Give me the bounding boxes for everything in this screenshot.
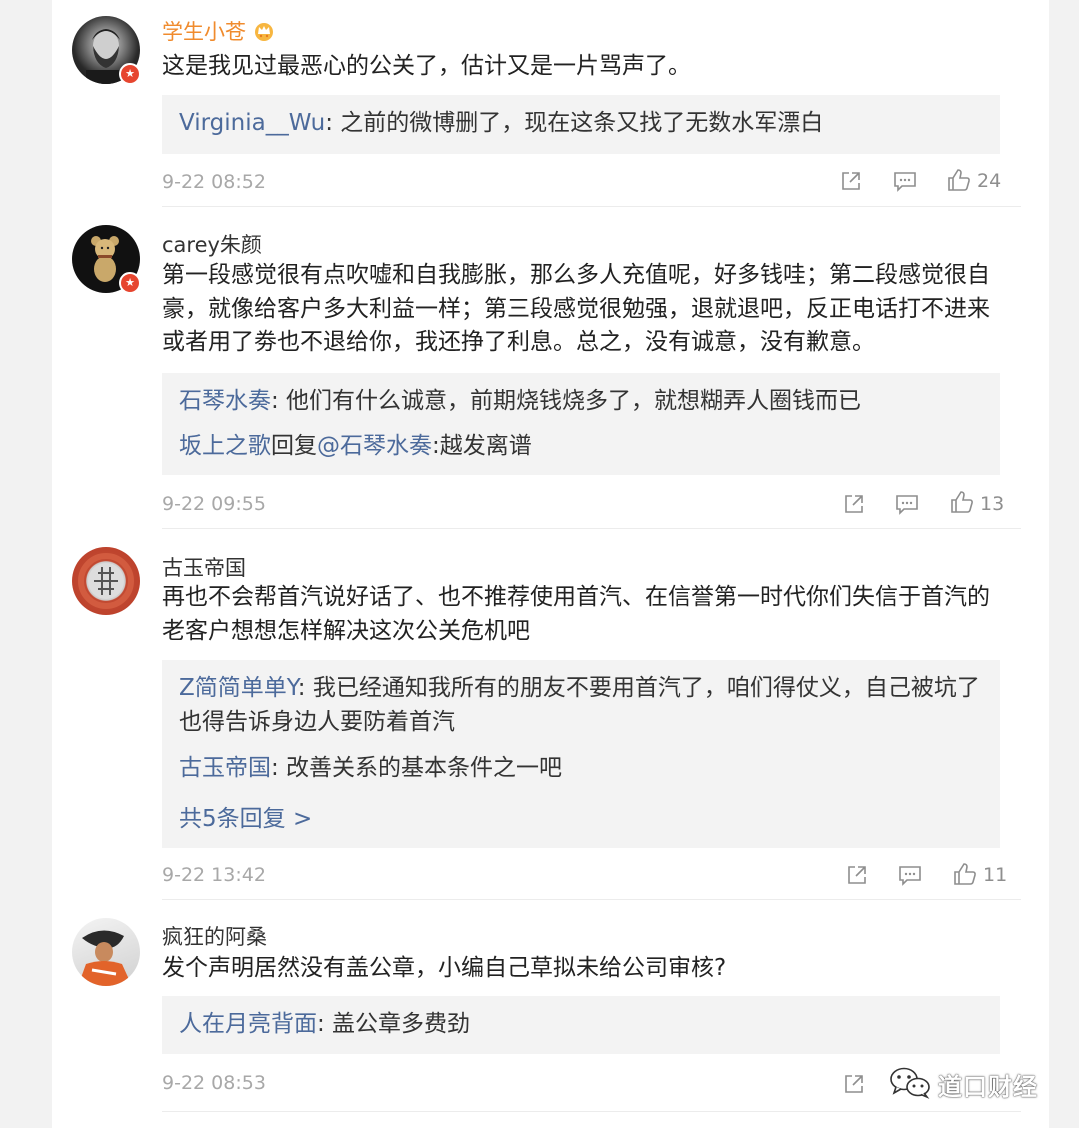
reply-author[interactable]: 古玉帝国 [179,755,271,781]
comment-username[interactable]: 疯狂的阿桑 [162,921,267,951]
reply-text: : 盖公章多费劲 [317,1011,471,1037]
reply-box: 人在月亮背面: 盖公章多费劲 [162,996,1000,1054]
comment-item: ★ 学生小苍 这是我见过最恶心的公关了，估计又是一片骂声了。 Virginia_… [52,0,1049,207]
reply-author[interactable]: Virginia__Wu [179,110,325,136]
reply-text: 回复 [271,433,317,459]
reply-author[interactable]: 坂上之歌 [179,433,271,459]
like-button[interactable] [953,862,977,890]
share-button[interactable] [846,864,868,890]
share-icon [842,172,860,190]
avatar-person [78,930,132,986]
reply-button[interactable] [893,170,917,196]
reply-text: : 他们有什么诚意，前期烧钱烧多了，就想糊弄人圈钱而已 [271,388,862,414]
reply-item[interactable]: 人在月亮背面: 盖公章多费劲 [179,1008,986,1042]
reply-author[interactable]: 人在月亮背面 [179,1011,317,1037]
reply-text: :越发离谱 [432,433,532,459]
like-icon [951,491,973,513]
comment-icon [894,172,916,192]
reply-text: : 改善关系的基本条件之一吧 [271,755,563,781]
like-count: 11 [983,864,1008,886]
avatar-jade [78,553,134,609]
share-button[interactable] [843,1073,865,1099]
avatar[interactable] [72,547,140,615]
wechat-icon [888,1065,932,1103]
comment-username[interactable]: 学生小苍 [162,16,275,46]
comment-text: 再也不会帮首汽说好话了、也不推荐使用首汽、在信誉第一时代你们失信于首汽的老客户想… [162,584,990,644]
like-icon [948,169,970,191]
share-icon [848,866,866,884]
like-button[interactable] [947,168,971,196]
comment-text: 这是我见过最恶心的公关了，估计又是一片骂声了。 [162,53,691,79]
reply-text: : 我已经通知我所有的朋友不要用首汽了，咱们得仗义，自己被坑了也得告诉身边人要防… [179,675,980,735]
comment-time: 9-22 13:42 [162,864,266,886]
reply-author[interactable]: 石琴水奏 [179,388,271,414]
comment-icon [899,866,921,886]
view-more-replies-link[interactable]: 共5条回复 > [179,799,312,833]
like-count: 24 [977,170,1002,192]
like-icon [954,863,976,885]
comment-time: 9-22 08:53 [162,1072,266,1094]
like-count: 13 [980,493,1005,515]
crown-icon [254,23,273,41]
comment-item: 古玉帝国 再也不会帮首汽说好话了、也不推荐使用首汽、在信誉第一时代你们失信于首汽… [52,529,1049,899]
divider [162,1111,1021,1112]
reply-item[interactable]: Virginia__Wu: 之前的微博删了，现在这条又找了无数水军漂白 [179,107,986,141]
reply-item[interactable]: 古玉帝国: 改善关系的基本条件之一吧 [179,752,986,786]
reply-button[interactable] [898,864,922,890]
share-button[interactable] [840,170,862,196]
watermark: 道口财经 [938,1073,1038,1101]
reply-box: 石琴水奏: 他们有什么诚意，前期烧钱烧多了，就想糊弄人圈钱而已 坂上之歌回复@石… [162,373,1000,475]
share-icon [845,1075,863,1093]
comment-text: 第一段感觉很有点吹嘘和自我膨胀，那么多人充值呢，好多钱哇；第二段感觉很自豪，就像… [162,262,990,355]
verified-badge-icon: ★ [119,63,141,85]
comment-icon [896,495,918,515]
reply-item[interactable]: Z简简单单Y: 我已经通知我所有的朋友不要用首汽了，咱们得仗义，自己被坑了也得告… [179,672,986,739]
reply-author[interactable]: Z简简单单Y [179,675,298,701]
reply-box: Z简简单单Y: 我已经通知我所有的朋友不要用首汽了，咱们得仗义，自己被坑了也得告… [162,660,1000,848]
comment-text: 发个声明居然没有盖公章，小编自己草拟未给公司审核? [162,955,727,981]
reply-item[interactable]: 石琴水奏: 他们有什么诚意，前期烧钱烧多了，就想糊弄人圈钱而已 [179,385,986,419]
avatar[interactable] [72,918,140,986]
comment-time: 9-22 09:55 [162,493,266,515]
comment-list: ★ 学生小苍 这是我见过最恶心的公关了，估计又是一片骂声了。 Virginia_… [52,0,1049,1128]
like-button[interactable] [950,490,974,518]
share-icon [845,495,863,513]
reply-button[interactable] [895,493,919,519]
comment-username[interactable]: 古玉帝国 [162,552,246,582]
comment-time: 9-22 08:52 [162,171,266,193]
comment-username[interactable]: carey朱颜 [162,229,262,259]
reply-mention[interactable]: @石琴水奏 [317,433,432,459]
share-button[interactable] [843,493,865,519]
comment-item: ★ carey朱颜 第一段感觉很有点吹嘘和自我膨胀，那么多人充值呢，好多钱哇；第… [52,207,1049,528]
verified-badge-icon: ★ [119,272,141,294]
reply-text: : 之前的微博删了，现在这条又找了无数水军漂白 [325,110,824,136]
reply-box: Virginia__Wu: 之前的微博删了，现在这条又找了无数水军漂白 [162,95,1000,154]
reply-item[interactable]: 坂上之歌回复@石琴水奏:越发离谱 [179,430,986,464]
